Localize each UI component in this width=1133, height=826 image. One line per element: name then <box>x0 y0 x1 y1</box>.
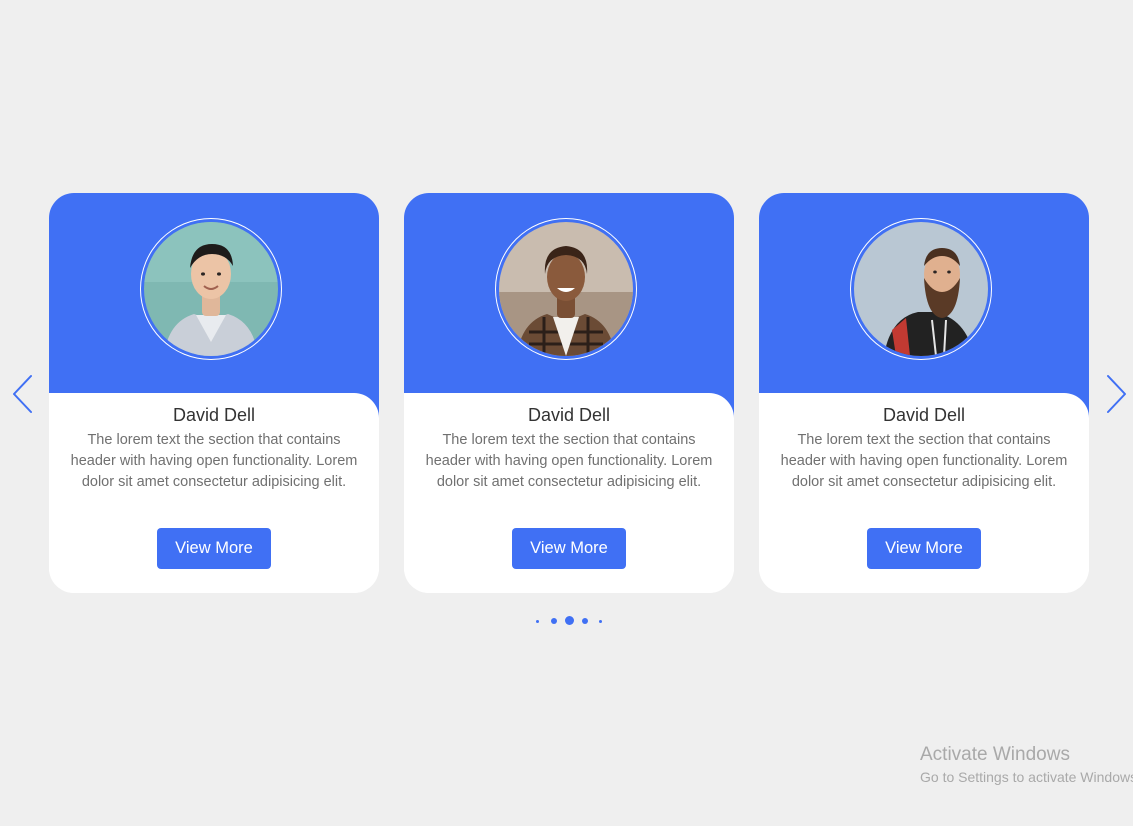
avatar-border <box>496 219 636 359</box>
view-more-button[interactable]: View More <box>157 528 271 569</box>
avatar-frame <box>140 218 282 360</box>
card-description: The lorem text the section that contains… <box>425 432 713 490</box>
profile-card: David Dell The lorem text the section th… <box>404 193 734 593</box>
prev-slide-button[interactable] <box>10 374 36 414</box>
card-name: David Dell <box>527 405 611 425</box>
card-description: The lorem text the section that contains… <box>70 432 358 490</box>
chevron-right-icon <box>1107 375 1126 413</box>
avatar-frame <box>495 218 637 360</box>
watermark-title: Activate Windows <box>920 744 1070 765</box>
pagination-dot[interactable] <box>536 620 539 623</box>
pagination-dots <box>520 612 616 630</box>
profile-card: David Dell The lorem text the section th… <box>49 193 379 593</box>
watermark-subtitle: Go to Settings to activate Windows. <box>920 769 1133 785</box>
testimonial-slider: David Dell The lorem text the section th… <box>0 0 1133 826</box>
avatar <box>499 222 633 356</box>
card-description: The lorem text the section that contains… <box>780 432 1068 490</box>
pagination-dot-active[interactable] <box>565 616 574 625</box>
avatar-photo <box>144 222 278 356</box>
pagination-dot[interactable] <box>599 620 602 623</box>
profile-card: David Dell The lorem text the section th… <box>759 193 1089 593</box>
pagination-dot[interactable] <box>551 618 557 624</box>
card-name: David Dell <box>882 405 966 425</box>
avatar <box>854 222 988 356</box>
view-more-button[interactable]: View More <box>867 528 981 569</box>
avatar-border <box>141 219 281 359</box>
pagination-dot[interactable] <box>582 618 588 624</box>
chevron-left-icon <box>13 375 32 413</box>
next-slide-button[interactable] <box>1103 374 1129 414</box>
avatar-photo <box>854 222 988 356</box>
activation-watermark: Activate Windows Go to Settings to activ… <box>920 743 1133 787</box>
avatar-photo <box>499 222 633 356</box>
avatar-border <box>851 219 991 359</box>
avatar <box>144 222 278 356</box>
avatar-frame <box>850 218 992 360</box>
card-name: David Dell <box>172 405 256 425</box>
view-more-button[interactable]: View More <box>512 528 626 569</box>
